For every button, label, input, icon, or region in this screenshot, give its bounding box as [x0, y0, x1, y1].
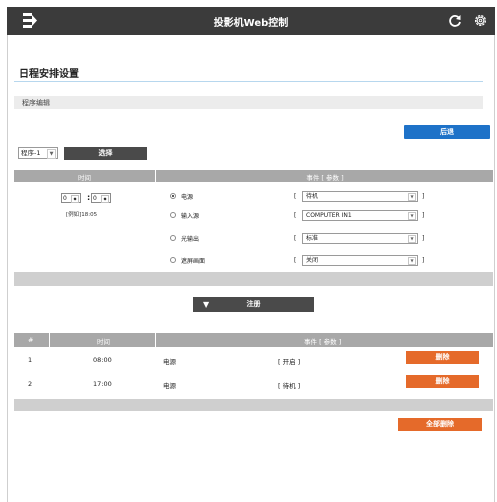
radio-button[interactable]: [170, 257, 176, 263]
event-param-value: 标准: [306, 235, 319, 242]
event-param-select[interactable]: 待机 ▼: [302, 191, 418, 202]
row-param: [ 待机 ]: [278, 382, 301, 390]
register-label: 注册: [246, 300, 261, 308]
event-label: 电源: [181, 194, 194, 201]
radio-button[interactable]: [170, 193, 176, 199]
refresh-icon[interactable]: [448, 14, 462, 28]
bracket-open: [: [294, 212, 297, 219]
minute-input[interactable]: 0 ◆: [91, 193, 111, 203]
event-param-value: 待机: [306, 193, 319, 200]
minute-value: 0: [93, 195, 97, 202]
bracket-open: [: [294, 193, 297, 200]
bracket-open: [: [294, 257, 297, 264]
editor-table-header: 时间 事件 [ 参数 ]: [14, 170, 493, 182]
col-time-header: 时间: [97, 338, 110, 346]
chevron-down-icon: ▼: [47, 149, 56, 159]
hour-value: 0: [63, 195, 67, 202]
time-example: [例如]18:05: [66, 212, 98, 218]
bracket-open: [: [294, 235, 297, 242]
section-label: 程序编辑: [22, 99, 50, 107]
program-select-value: 程序-1: [21, 149, 41, 157]
delete-all-button[interactable]: 全部删除: [398, 418, 482, 431]
time-separator: :: [87, 193, 91, 202]
row-event: 电源: [163, 382, 176, 390]
spinner-icon[interactable]: ◆: [71, 195, 79, 203]
chevron-down-icon: ▼: [408, 212, 416, 220]
event-param-value: COMPUTER IN1: [306, 212, 352, 219]
delete-button[interactable]: 删除: [406, 351, 479, 364]
event-param-select[interactable]: 关闭 ▼: [302, 255, 418, 266]
event-label: 光输出: [181, 236, 200, 243]
bracket-close: ]: [422, 257, 425, 264]
top-bar: 投影机Web控制: [7, 7, 495, 35]
program-select[interactable]: 程序-1 ▼: [18, 147, 58, 159]
section-header: 程序编辑: [14, 96, 483, 109]
chevron-down-icon: ▼: [408, 235, 416, 243]
header-divider: [155, 170, 156, 182]
bracket-close: ]: [422, 193, 425, 200]
page-title: 日程安排设置: [19, 69, 79, 80]
row-event: 电源: [163, 358, 176, 366]
delete-button[interactable]: 删除: [406, 375, 479, 388]
row-time: 17:00: [93, 380, 112, 388]
header-divider: [49, 333, 50, 347]
app-title: 投影机Web控制: [213, 18, 289, 29]
editor-footer-bar: [14, 272, 493, 286]
title-divider: [14, 81, 483, 82]
row-number: 2: [28, 380, 33, 388]
row-time: 08:00: [93, 356, 112, 364]
event-param-select[interactable]: 标准 ▼: [302, 233, 418, 244]
schedule-table-header: # 时间 事件 [ 参数 ]: [14, 333, 493, 347]
register-button[interactable]: ▼ 注册: [193, 297, 314, 312]
chevron-down-icon: ▼: [408, 193, 416, 201]
col-event-header: 事件 [ 参数 ]: [304, 338, 342, 346]
row-number: 1: [28, 356, 33, 364]
radio-button[interactable]: [170, 212, 176, 218]
back-button[interactable]: 后退: [404, 125, 490, 139]
select-button[interactable]: 选择: [64, 147, 147, 160]
event-label: 遮屏画面: [181, 258, 206, 265]
col-event-header: 事件 [ 参数 ]: [306, 174, 344, 182]
bracket-close: ]: [422, 235, 425, 242]
chevron-down-icon: ▼: [408, 257, 416, 265]
schedule-footer-bar: [14, 399, 493, 411]
header-divider: [155, 333, 156, 347]
event-param-select[interactable]: COMPUTER IN1 ▼: [302, 210, 418, 221]
event-param-value: 关闭: [306, 257, 319, 264]
radio-button[interactable]: [170, 235, 176, 241]
bracket-close: ]: [422, 212, 425, 219]
row-param: [ 开启 ]: [278, 358, 301, 366]
gear-icon[interactable]: [473, 13, 488, 28]
event-label: 输入源: [181, 213, 200, 220]
col-time-header: 时间: [78, 174, 91, 182]
spinner-icon[interactable]: ◆: [101, 195, 109, 203]
col-num-header: #: [28, 336, 34, 344]
hour-input[interactable]: 0 ◆: [61, 193, 81, 203]
